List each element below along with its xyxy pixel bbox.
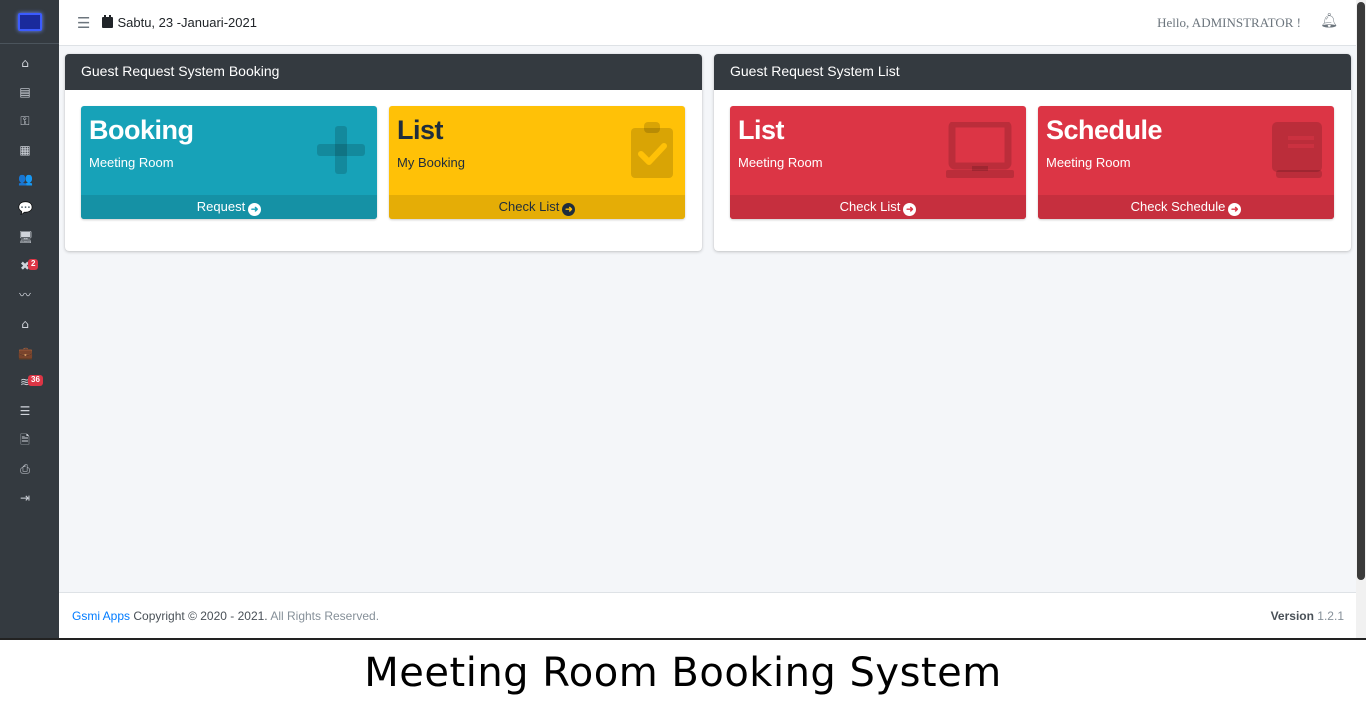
topbar: ☰ Sabtu, 23 -Januari-2021 Hello, ADMINST… [59,0,1356,46]
sidebar-item-tools[interactable]: ✖ 2 [0,251,59,280]
sidebar-item-users[interactable]: 👥 [0,164,59,193]
calendar-icon [102,15,114,28]
sidebar-item-home[interactable]: ⌂ [0,48,59,77]
footer-brand-link[interactable]: Gsmi Apps [72,609,130,623]
tasks-icon: ☰ [19,403,31,418]
request-link-label: Request [196,199,246,214]
file-icon: 🗎 [20,432,30,447]
page-footer: Gsmi Apps Copyright © 2020 - 2021. All R… [59,592,1356,638]
brand-logo [17,12,42,31]
sidebar-item-desktop[interactable]: 🖥 [0,222,59,251]
sidebar-item-signature[interactable]: 〰 [0,280,59,309]
check-schedule-link[interactable]: Check Schedule ➜ [1038,195,1334,219]
meeting-room-check-list-label: Check List [839,199,901,214]
list-icon: ▤ [19,84,31,99]
sidebar-item-key[interactable]: ⚿ [0,106,59,135]
date-display: Sabtu, 23 -Januari-2021 [102,15,257,30]
footer-version: Version 1.2.1 [1271,609,1344,623]
warehouse-icon: ⌂ [21,316,29,331]
sidebar-item-list[interactable]: ▤ [0,77,59,106]
sidebar-item-file[interactable]: 🗎 [0,425,59,454]
sidebar-item-comments[interactable]: 💬 [0,193,59,222]
meeting-room-check-list-link[interactable]: Check List ➜ [730,195,1026,219]
hamburger-menu-icon[interactable]: ☰ [77,14,90,32]
signature-icon: 〰 [18,287,31,302]
request-link[interactable]: Request ➜ [81,195,377,219]
sidebar-item-briefcase[interactable]: 💼 [0,338,59,367]
arrow-circle-right-icon: ➜ [903,203,917,216]
sidebar-item-print[interactable]: ⎙ [0,454,59,483]
sign-out-icon: ⇥ [19,490,31,505]
scrollbar-thumb[interactable] [1357,2,1365,580]
my-booking-check-list-label: Check List [498,199,560,214]
footer-rights-text: All Rights Reserved. [270,609,380,623]
clipboard-check-icon [631,122,673,178]
meeting-room-list-box: List Meeting Room Check List ➜ [730,106,1026,219]
notification-badge: 36 [28,375,43,386]
divider [0,638,1366,640]
check-schedule-label: Check Schedule [1130,199,1226,214]
book-icon [1272,122,1322,178]
scrollbar[interactable] [1356,0,1366,640]
date-text: Sabtu, 23 -Januari-2021 [117,15,257,30]
print-icon: ⎙ [20,461,30,476]
arrow-circle-right-icon: ➜ [1228,203,1242,216]
version-label: Version [1270,609,1314,623]
briefcase-icon: 💼 [18,345,33,360]
plus-icon [317,126,365,174]
app-window: ⌂ ▤ ⚿ ▦ 👥 💬 🖥 ✖ 2 〰 ⌂ 💼 ≋ 36 ☰ 🗎 ⎙ ⇥ ☰ Sabtu, 23 -Januari… [0,0,1366,640]
sidebar-item-grid[interactable]: ▦ [0,135,59,164]
sidebar-item-tasks[interactable]: ☰ [0,396,59,425]
comments-icon: 💬 [18,200,33,215]
sidebar: ⌂ ▤ ⚿ ▦ 👥 💬 🖥 ✖ 2 〰 ⌂ 💼 ≋ 36 ☰ 🗎 ⎙ ⇥ [0,0,59,640]
users-icon: 👥 [18,171,33,186]
booking-card: Guest Request System Booking Booking Mee… [65,54,702,251]
notification-badge: 2 [28,259,39,270]
bell-icon[interactable]: 🔔︎ [1320,13,1338,29]
booking-card-title: Guest Request System Booking [65,54,702,90]
sidebar-item-warehouse[interactable]: ⌂ [0,309,59,338]
my-booking-box: List My Booking Check List ➜ [389,106,685,219]
booking-box: Booking Meeting Room Request ➜ [81,106,377,219]
my-booking-check-list-link[interactable]: Check List ➜ [389,195,685,219]
schedule-box: Schedule Meeting Room Check Schedule ➜ [1038,106,1334,219]
version-number: 1.2.1 [1317,609,1344,623]
brand[interactable] [0,0,59,44]
grid-icon: ▦ [19,142,31,157]
laptop-icon [946,122,1014,178]
sidebar-nav: ⌂ ▤ ⚿ ▦ 👥 💬 🖥 ✖ 2 〰 ⌂ 💼 ≋ 36 ☰ 🗎 ⎙ ⇥ [0,44,59,512]
list-card-title: Guest Request System List [714,54,1351,90]
home-icon: ⌂ [21,55,29,70]
list-card: Guest Request System List List Meeting R… [714,54,1351,251]
arrow-circle-right-icon: ➜ [562,203,576,216]
footer-copyright-text: Copyright © 2020 - 2021. [133,609,268,623]
page-caption: Meeting Room Booking System [364,650,1002,696]
sidebar-item-database[interactable]: ≋ 36 [0,367,59,396]
desktop-icon: 🖥 [18,229,34,244]
arrow-circle-right-icon: ➜ [248,203,262,216]
key-icon: ⚿ [20,113,30,128]
footer-copyright: Gsmi Apps Copyright © 2020 - 2021. All R… [72,609,379,623]
user-greeting[interactable]: Hello, ADMINSTRATOR ! [1157,15,1301,31]
sidebar-item-sign-out[interactable]: ⇥ [0,483,59,512]
